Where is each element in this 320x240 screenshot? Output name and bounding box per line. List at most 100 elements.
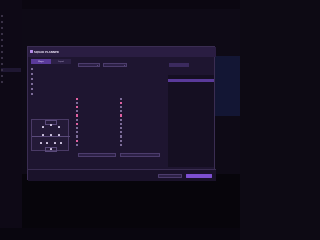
dropdown-option[interactable] xyxy=(168,75,214,78)
player-marker[interactable] xyxy=(58,134,60,136)
checkbox-box[interactable] xyxy=(76,139,79,142)
checkbox-box[interactable] xyxy=(76,114,79,117)
attribute-checkbox[interactable] xyxy=(120,126,123,130)
formation-pitch[interactable] xyxy=(31,119,70,152)
player-marker[interactable] xyxy=(50,134,52,136)
attribute-checkbox[interactable] xyxy=(76,126,79,130)
attribute-checkbox[interactable] xyxy=(76,122,79,125)
dropdown-option[interactable] xyxy=(168,137,214,140)
option-row[interactable] xyxy=(31,82,71,86)
checkbox-box[interactable] xyxy=(120,97,123,100)
position-select[interactable]: ▾ xyxy=(78,63,100,67)
player-marker[interactable] xyxy=(42,126,44,128)
checkbox-box[interactable] xyxy=(76,110,79,113)
player-marker[interactable] xyxy=(54,142,56,144)
checkbox-box[interactable] xyxy=(76,143,79,146)
option-row[interactable] xyxy=(31,87,71,91)
tab-squad[interactable]: Squad xyxy=(51,59,71,64)
checkbox-box[interactable] xyxy=(76,105,79,109)
dropdown-option[interactable] xyxy=(168,130,214,133)
option-checkbox[interactable] xyxy=(31,92,34,96)
option-row[interactable] xyxy=(31,72,71,76)
player-marker[interactable] xyxy=(42,134,44,136)
attribute-checkbox[interactable] xyxy=(120,135,123,138)
dropdown-option[interactable] xyxy=(168,87,214,90)
attribute-checkbox[interactable] xyxy=(120,143,123,146)
option-row[interactable] xyxy=(31,67,71,71)
player-marker[interactable] xyxy=(46,142,48,144)
attribute-checkbox[interactable] xyxy=(120,97,123,100)
attribute-checkbox[interactable] xyxy=(76,143,79,146)
dropdown-option[interactable] xyxy=(168,157,214,160)
dropdown-option[interactable] xyxy=(168,110,214,113)
attribute-checkbox[interactable] xyxy=(120,118,123,121)
checkbox-box[interactable] xyxy=(120,101,123,104)
confirm-button[interactable] xyxy=(186,174,212,178)
attribute-checkbox[interactable] xyxy=(120,139,123,142)
checkbox-box[interactable] xyxy=(120,105,123,109)
checkbox-box[interactable] xyxy=(120,143,123,146)
checkbox-box[interactable] xyxy=(120,110,123,113)
checkbox-box[interactable] xyxy=(76,131,79,134)
player-marker[interactable] xyxy=(58,126,60,128)
dropdown-option[interactable] xyxy=(168,114,214,117)
tab-player[interactable]: Player xyxy=(31,59,51,64)
checkbox-box[interactable] xyxy=(76,97,79,100)
attribute-checkbox[interactable] xyxy=(76,118,79,121)
attribute-checkbox[interactable] xyxy=(76,105,79,109)
option-checkbox[interactable] xyxy=(31,87,34,91)
checkbox-box[interactable] xyxy=(120,131,123,134)
cancel-button[interactable] xyxy=(158,174,182,178)
option-row[interactable] xyxy=(31,92,71,96)
attribute-checkbox[interactable] xyxy=(120,105,123,109)
dropdown-option[interactable] xyxy=(168,106,214,109)
player-marker[interactable] xyxy=(60,142,62,144)
attribute-checkbox[interactable] xyxy=(76,101,79,104)
checkbox-box[interactable] xyxy=(76,101,79,104)
dropdown-current-value[interactable] xyxy=(169,63,189,67)
checkbox-box[interactable] xyxy=(120,118,123,121)
player-marker[interactable] xyxy=(50,124,52,126)
option-checkbox[interactable] xyxy=(31,82,34,86)
dropdown-option[interactable] xyxy=(168,141,214,144)
attribute-checkbox[interactable] xyxy=(76,135,79,138)
option-row[interactable] xyxy=(31,77,71,81)
dropdown-option[interactable] xyxy=(168,95,214,98)
dropdown-option[interactable] xyxy=(168,122,214,125)
checkbox-box[interactable] xyxy=(76,135,79,138)
checkbox-box[interactable] xyxy=(120,122,123,125)
attribute-checkbox[interactable] xyxy=(120,122,123,125)
option-checkbox[interactable] xyxy=(31,72,34,76)
player-marker[interactable] xyxy=(50,148,52,150)
attribute-checkbox[interactable] xyxy=(76,110,79,113)
dropdown-option[interactable] xyxy=(168,91,214,94)
filter-input-2[interactable] xyxy=(120,153,160,157)
checkbox-box[interactable] xyxy=(76,126,79,130)
dropdown-option[interactable] xyxy=(168,78,214,83)
role-select[interactable]: ▾ xyxy=(103,63,127,67)
dropdown-option[interactable] xyxy=(168,153,214,156)
checkbox-box[interactable] xyxy=(120,139,123,142)
checkbox-box[interactable] xyxy=(76,122,79,125)
option-checkbox[interactable] xyxy=(31,77,34,81)
attribute-checkbox[interactable] xyxy=(120,114,123,117)
attribute-checkbox[interactable] xyxy=(120,131,123,134)
option-checkbox[interactable] xyxy=(31,67,34,71)
checkbox-box[interactable] xyxy=(120,135,123,138)
dropdown-option[interactable] xyxy=(168,102,214,105)
dropdown-option[interactable] xyxy=(168,149,214,152)
player-marker[interactable] xyxy=(40,142,42,144)
attribute-checkbox[interactable] xyxy=(120,110,123,113)
dropdown-option[interactable] xyxy=(168,83,214,86)
attribute-checkbox[interactable] xyxy=(120,101,123,104)
dropdown-option[interactable] xyxy=(168,161,214,164)
checkbox-box[interactable] xyxy=(76,118,79,121)
checkbox-box[interactable] xyxy=(120,114,123,117)
dropdown-option[interactable] xyxy=(168,98,214,101)
attribute-checkbox[interactable] xyxy=(76,131,79,134)
dropdown-option[interactable] xyxy=(168,134,214,137)
dropdown-option[interactable] xyxy=(168,145,214,148)
attribute-checkbox[interactable] xyxy=(76,139,79,142)
filter-input-1[interactable] xyxy=(78,153,116,157)
checkbox-box[interactable] xyxy=(120,126,123,130)
